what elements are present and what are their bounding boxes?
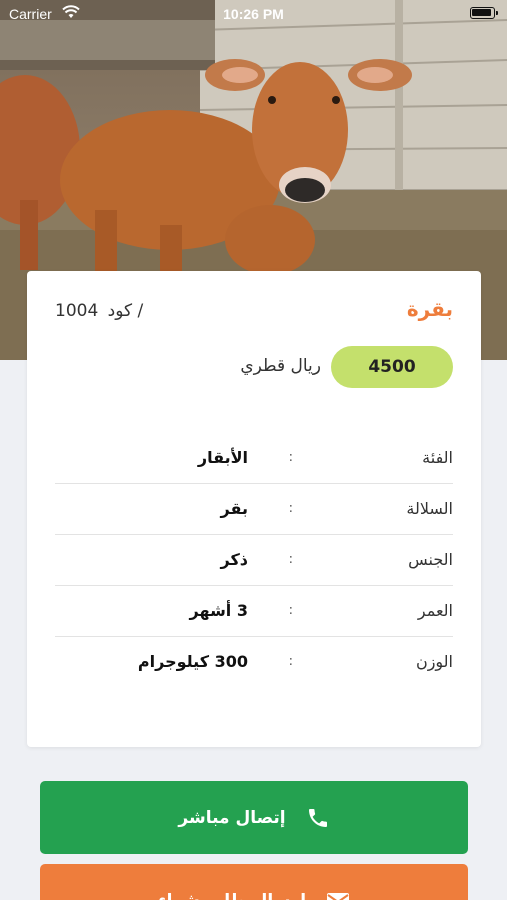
product-title: بقرة — [406, 297, 453, 321]
detail-label: الفئة — [422, 448, 453, 467]
purchase-request-button[interactable]: إرسال طلب شراء — [40, 864, 468, 900]
price-badge: 4500 — [331, 346, 453, 388]
code-value: 1004 — [55, 301, 99, 321]
detail-colon: : — [288, 450, 293, 465]
code-label: كود / — [107, 301, 144, 321]
call-button-label: إتصال مباشر — [178, 807, 286, 828]
currency-label: ريال قطري — [240, 356, 321, 376]
detail-label: السلالة — [406, 499, 453, 518]
detail-colon: : — [288, 654, 293, 669]
detail-label: الوزن — [415, 652, 453, 671]
detail-row-age: العمر : 3 أشهر — [55, 586, 453, 637]
detail-value: ذكر — [220, 550, 248, 569]
clock: 10:26 PM — [223, 6, 284, 22]
detail-row-weight: الوزن : 300 كيلوجرام — [55, 637, 453, 688]
price-value: 4500 — [368, 357, 416, 377]
envelope-icon — [326, 891, 350, 900]
detail-row-category: الفئة : الأبقار — [55, 433, 453, 484]
detail-colon: : — [288, 552, 293, 567]
detail-value: الأبقار — [197, 448, 248, 467]
status-bar: Carrier 10:26 PM — [0, 0, 507, 28]
product-card: بقرة 1004 كود / 4500 ريال قطري الفئة : ا… — [27, 271, 481, 747]
detail-value: 300 كيلوجرام — [137, 652, 248, 671]
purchase-request-label: إرسال طلب شراء — [158, 891, 306, 900]
product-code: 1004 كود / — [55, 301, 143, 321]
detail-label: الجنس — [408, 550, 453, 569]
detail-row-gender: الجنس : ذكر — [55, 535, 453, 586]
detail-label: العمر — [417, 601, 453, 620]
battery-icon — [470, 7, 498, 19]
details-list: الفئة : الأبقار السلالة : بقر الجنس : ذك… — [55, 433, 453, 688]
detail-row-breed: السلالة : بقر — [55, 484, 453, 535]
phone-icon — [306, 806, 330, 830]
detail-colon: : — [288, 603, 293, 618]
detail-value: 3 أشهر — [189, 601, 248, 620]
detail-colon: : — [288, 501, 293, 516]
call-button[interactable]: إتصال مباشر — [40, 781, 468, 854]
detail-value: بقر — [220, 499, 248, 518]
